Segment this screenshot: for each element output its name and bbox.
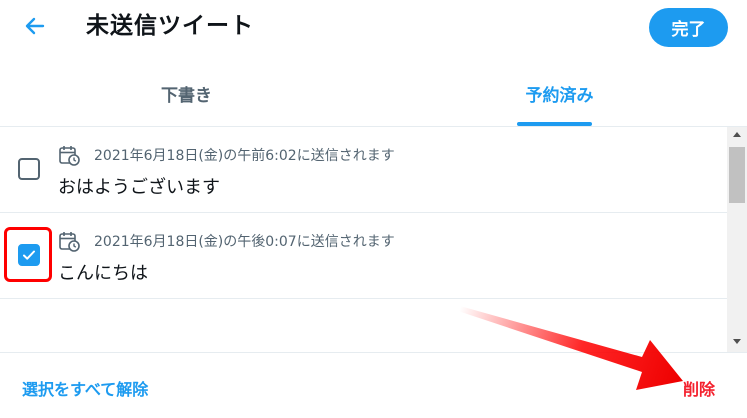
- tab-scheduled[interactable]: 予約済み: [373, 60, 746, 126]
- list-item[interactable]: 2021年6月18日(金)の午前6:02に送信されます おはようございます: [0, 127, 727, 213]
- scheduled-time-text: 2021年6月18日(金)の午後0:07に送信されます: [94, 234, 395, 250]
- check-icon: [23, 250, 35, 260]
- tweet-text: こんにちは: [58, 263, 148, 284]
- tab-bar: 下書き 予約済み: [0, 60, 747, 127]
- scheduled-tweet-list: 2021年6月18日(金)の午前6:02に送信されます おはようございます 20…: [0, 127, 727, 352]
- footer: 選択をすべて解除 削除: [0, 352, 747, 418]
- back-button[interactable]: [18, 11, 52, 41]
- tweet-checkbox[interactable]: [18, 158, 40, 180]
- tweet-checkbox-checked[interactable]: [18, 244, 40, 266]
- calendar-clock-icon: [59, 232, 80, 252]
- list-item[interactable]: 2021年6月18日(金)の午後0:07に送信されます こんにちは: [0, 213, 727, 299]
- active-tab-indicator: [517, 122, 592, 126]
- scroll-down-arrow-icon[interactable]: [733, 339, 741, 344]
- header: 未送信ツイート 完了: [0, 0, 747, 53]
- tweet-text: おはようございます: [58, 177, 220, 198]
- scheduled-time-text: 2021年6月18日(金)の午前6:02に送信されます: [94, 148, 395, 164]
- calendar-clock-icon: [59, 146, 80, 166]
- delete-button[interactable]: 削除: [683, 376, 715, 400]
- scroll-up-arrow-icon[interactable]: [733, 132, 741, 137]
- done-button[interactable]: 完了: [649, 8, 728, 47]
- arrow-left-icon: [25, 17, 45, 35]
- deselect-all-button[interactable]: 選択をすべて解除: [22, 376, 148, 400]
- tab-drafts[interactable]: 下書き: [0, 60, 373, 126]
- page-title: 未送信ツイート: [86, 13, 254, 39]
- scrollbar-thumb[interactable]: [729, 147, 745, 203]
